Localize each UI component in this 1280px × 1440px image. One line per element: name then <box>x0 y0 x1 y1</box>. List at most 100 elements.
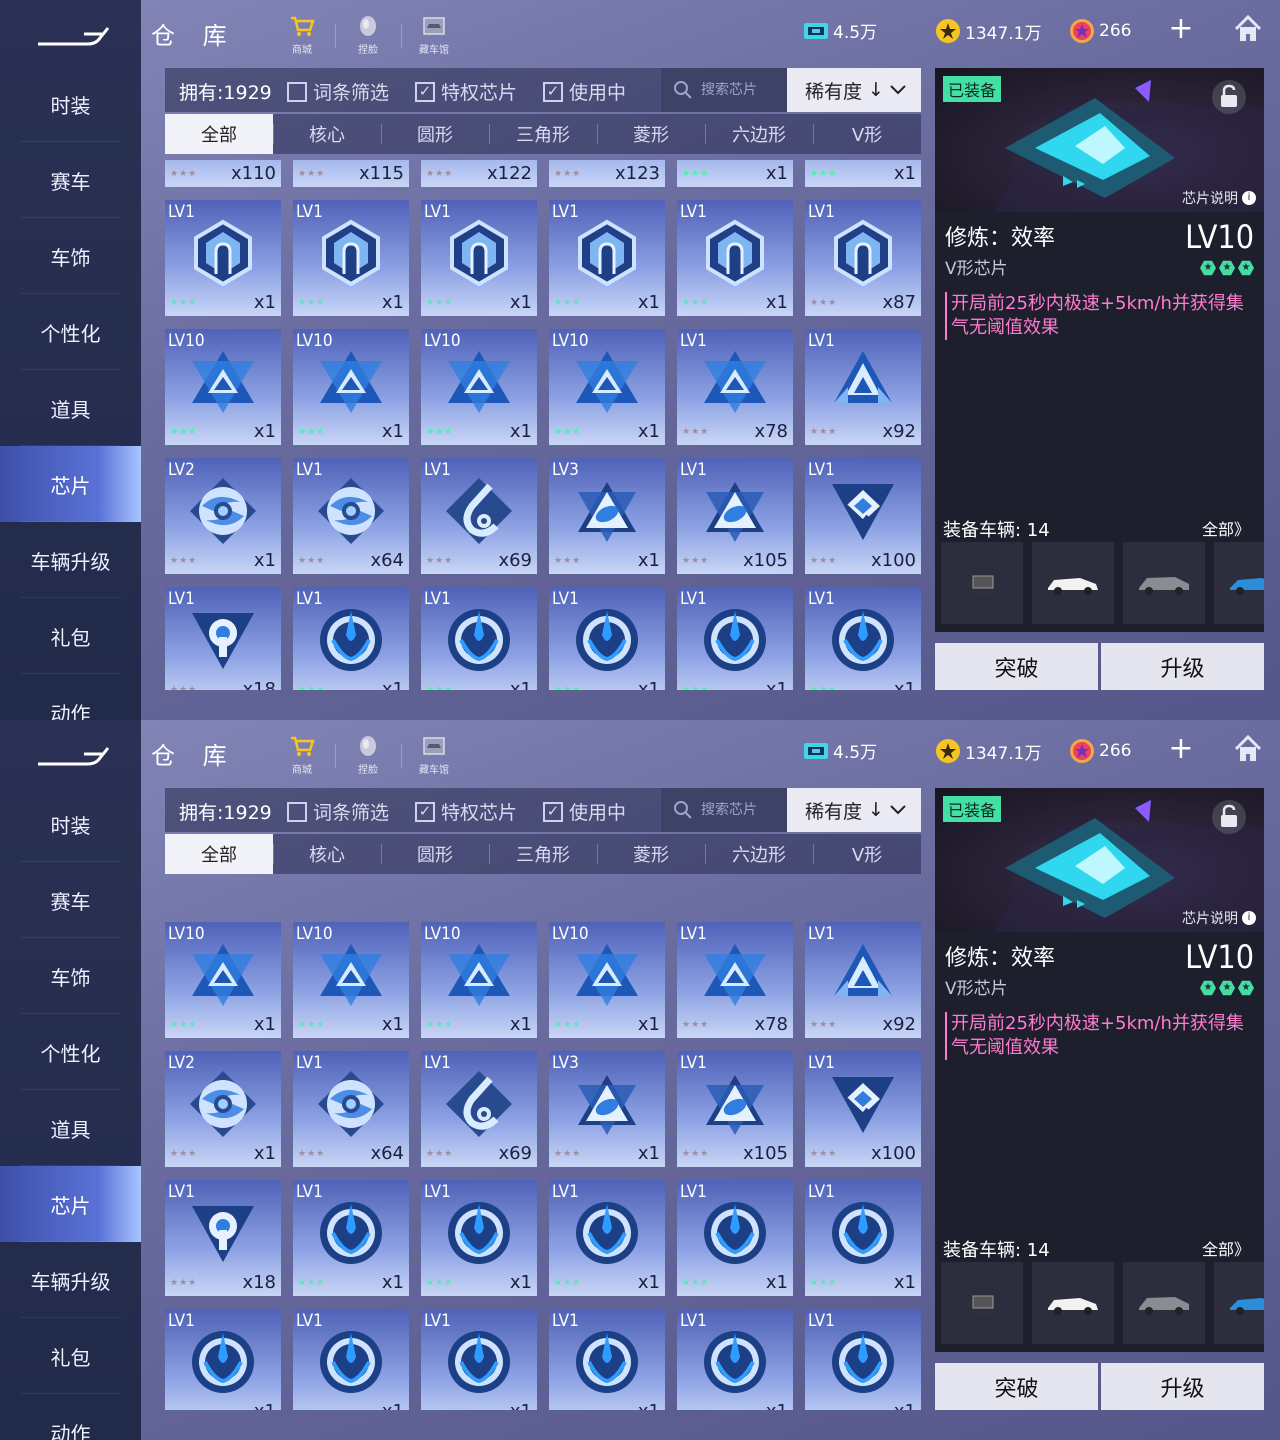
top-nav-face[interactable]: 捏脸 <box>335 730 401 776</box>
upgrade-button[interactable]: 升级 <box>1101 643 1264 690</box>
chip-card[interactable]: LV1 ★★★ x87 <box>805 200 921 316</box>
chip-card[interactable]: LV1 ★★★ x69 <box>421 1051 537 1167</box>
checkbox-box[interactable] <box>287 81 307 102</box>
chip-card[interactable]: ★★★ x122 <box>421 160 537 187</box>
sort-dropdown[interactable]: 稀有度 ↓ <box>787 788 921 832</box>
lock-button[interactable] <box>1212 800 1246 834</box>
chip-card[interactable]: LV10 ★★★ x1 <box>549 329 665 445</box>
sidebar-item[interactable]: 芯片 <box>0 446 141 522</box>
breakthrough-button[interactable]: 突破 <box>935 1363 1098 1410</box>
filter-in-use-checkbox[interactable]: ✓ 使用中 <box>543 798 626 825</box>
top-nav-shop[interactable]: 商城 <box>269 730 335 776</box>
chip-card[interactable]: ★★★ x115 <box>293 160 409 187</box>
category-tab[interactable]: V形 <box>813 834 921 874</box>
chip-card[interactable]: LV2 ★★★ x1 <box>165 458 281 574</box>
vehicle-slot[interactable] <box>1214 542 1264 624</box>
top-nav-garage[interactable]: 藏车馆 <box>401 10 467 56</box>
chip-info-link[interactable]: 芯片说明 i <box>1182 188 1256 208</box>
checkbox-box[interactable]: ✓ <box>543 81 563 102</box>
chip-card[interactable]: LV1★★★x1 <box>165 1309 281 1410</box>
top-nav-shop[interactable]: 商城 <box>269 10 335 56</box>
category-tab[interactable]: 三角形 <box>489 114 597 154</box>
chip-card[interactable]: ★★★ x1 <box>805 160 921 187</box>
sidebar-item[interactable]: 赛车 <box>0 862 141 938</box>
sidebar-item[interactable]: 赛车 <box>0 142 141 218</box>
sidebar-item[interactable]: 芯片 <box>0 1166 141 1242</box>
checkbox-box[interactable]: ✓ <box>415 801 435 822</box>
chip-card[interactable]: LV10 ★★★ x1 <box>549 922 665 1038</box>
chip-card[interactable]: ★★★ x1 <box>677 160 793 187</box>
sidebar-item[interactable]: 车饰 <box>0 938 141 1014</box>
chip-card[interactable]: LV1★★★x1 <box>293 1309 409 1410</box>
chip-card[interactable]: LV10 ★★★ x1 <box>293 329 409 445</box>
category-tab[interactable]: 六边形 <box>705 114 813 154</box>
chip-card[interactable]: LV1★★★x1 <box>293 200 409 316</box>
sidebar-item[interactable]: 车辆升级 <box>0 522 141 598</box>
chip-search[interactable] <box>661 788 787 832</box>
chip-card[interactable]: LV1 ★★★ x18 <box>165 587 281 690</box>
checkbox-box[interactable]: ✓ <box>415 81 435 102</box>
currency-gem-coin[interactable]: 266 <box>1069 738 1131 764</box>
vehicle-slot[interactable] <box>1123 1262 1205 1344</box>
chip-card[interactable]: LV1 ★★★ x78 <box>677 922 793 1038</box>
chip-card[interactable]: LV10 ★★★ x1 <box>165 329 281 445</box>
category-tab[interactable]: 三角形 <box>489 834 597 874</box>
chip-search[interactable] <box>661 68 787 112</box>
chip-card[interactable]: LV1 ★★★ x105 <box>677 458 793 574</box>
chip-card[interactable]: ★★★ x110 <box>165 160 281 187</box>
add-currency-button[interactable]: + <box>1167 14 1195 44</box>
sidebar-item[interactable]: 道具 <box>0 370 141 446</box>
chip-card[interactable]: LV1 ★★★ x64 <box>293 458 409 574</box>
category-tab[interactable]: 全部 <box>165 114 273 154</box>
view-all-vehicles-link[interactable]: 全部》 <box>1202 516 1250 540</box>
sidebar-item[interactable]: 礼包 <box>0 1318 141 1394</box>
chip-card[interactable]: LV2 ★★★ x1 <box>165 1051 281 1167</box>
chip-card[interactable]: LV1 ★★★ x100 <box>805 1051 921 1167</box>
chip-card[interactable]: LV3 ★★★ x1 <box>549 1051 665 1167</box>
chip-card[interactable]: ★★★ x123 <box>549 160 665 187</box>
currency-ticket[interactable]: 4.5万 <box>803 18 877 43</box>
sidebar-item[interactable]: 时装 <box>0 786 141 862</box>
chip-card[interactable]: LV1 ★★★ x92 <box>805 922 921 1038</box>
chip-card[interactable]: LV1★★★x1 <box>293 1180 409 1296</box>
chip-card[interactable]: LV1 ★★★ x69 <box>421 458 537 574</box>
search-input[interactable] <box>701 802 781 818</box>
vehicle-slot[interactable] <box>1032 542 1114 624</box>
category-tab[interactable]: 菱形 <box>597 114 705 154</box>
sidebar-item[interactable]: 车辆升级 <box>0 1242 141 1318</box>
category-tab[interactable]: 六边形 <box>705 834 813 874</box>
sidebar-item[interactable]: 动作 <box>0 674 141 721</box>
vehicle-slot[interactable] <box>1123 542 1205 624</box>
checkbox-box[interactable]: ✓ <box>543 801 563 822</box>
chip-card[interactable]: LV3 ★★★ x1 <box>549 458 665 574</box>
chip-card[interactable]: LV1 ★★★ x92 <box>805 329 921 445</box>
sidebar-item[interactable]: 车饰 <box>0 218 141 294</box>
add-currency-button[interactable]: + <box>1167 734 1195 764</box>
vehicle-slot[interactable] <box>941 1262 1023 1344</box>
sidebar-item[interactable]: 个性化 <box>0 1014 141 1090</box>
chip-card[interactable]: LV1 ★★★ x78 <box>677 329 793 445</box>
category-tab[interactable]: 圆形 <box>381 114 489 154</box>
chip-card[interactable]: LV1★★★x1 <box>549 587 665 690</box>
chip-card[interactable]: LV1★★★x1 <box>677 200 793 316</box>
chip-card[interactable]: LV1★★★x1 <box>677 587 793 690</box>
search-input[interactable] <box>701 82 781 98</box>
chip-card[interactable]: LV1★★★x1 <box>805 1180 921 1296</box>
chip-card[interactable]: LV1★★★x1 <box>549 1309 665 1410</box>
currency-star-coin[interactable]: 1347.1万 <box>935 738 1041 764</box>
chip-card[interactable]: LV1★★★x1 <box>805 587 921 690</box>
top-nav-face[interactable]: 捏脸 <box>335 10 401 56</box>
home-icon[interactable] <box>1233 14 1263 44</box>
view-all-vehicles-link[interactable]: 全部》 <box>1202 1236 1250 1260</box>
chip-card[interactable]: LV1★★★x1 <box>549 200 665 316</box>
upgrade-button[interactable]: 升级 <box>1101 1363 1264 1410</box>
vehicle-slot[interactable] <box>941 542 1023 624</box>
sidebar-item[interactable]: 时装 <box>0 66 141 142</box>
chip-card[interactable]: LV10 ★★★ x1 <box>421 329 537 445</box>
chip-card[interactable]: LV1★★★x1 <box>421 200 537 316</box>
checkbox-box[interactable] <box>287 801 307 822</box>
chip-card[interactable]: LV1 ★★★ x18 <box>165 1180 281 1296</box>
filter-affix-checkbox[interactable]: 词条筛选 <box>287 78 389 105</box>
filter-privilege-checkbox[interactable]: ✓ 特权芯片 <box>415 798 517 825</box>
chip-card[interactable]: LV1★★★x1 <box>293 587 409 690</box>
